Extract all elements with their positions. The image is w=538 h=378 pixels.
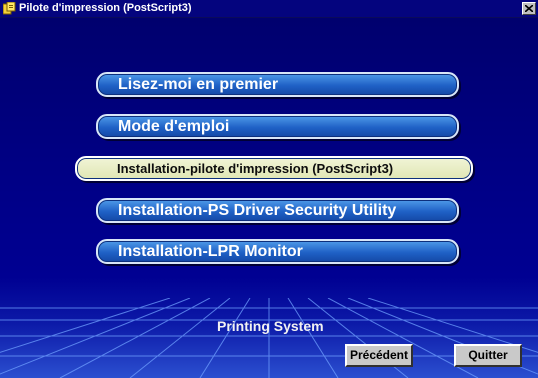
install-lpr-monitor-button-label: Installation-LPR Monitor [118, 243, 303, 260]
close-button[interactable] [522, 2, 536, 15]
user-guide-button[interactable]: Mode d'emploi [96, 114, 459, 139]
main-panel: Lisez-moi en premier Mode d'emploi Insta… [0, 18, 538, 378]
close-icon [525, 5, 533, 12]
install-lpr-monitor-button[interactable]: Installation-LPR Monitor [96, 239, 459, 264]
readme-button-label: Lisez-moi en premier [118, 76, 279, 93]
title-bar: Pilote d'impression (PostScript3) [0, 0, 538, 18]
printing-system-label: Printing System [217, 318, 324, 334]
quit-button[interactable]: Quitter [454, 344, 522, 367]
window-title: Pilote d'impression (PostScript3) [19, 2, 192, 14]
readme-button[interactable]: Lisez-moi en premier [96, 72, 459, 97]
user-guide-button-label: Mode d'emploi [118, 118, 230, 135]
install-security-utility-button[interactable]: Installation-PS Driver Security Utility [96, 198, 459, 223]
install-printer-driver-button-label: Installation-pilote d'impression (PostSc… [117, 161, 394, 176]
back-button[interactable]: Précédent [345, 344, 413, 367]
app-printer-icon [2, 1, 16, 15]
install-printer-driver-button[interactable]: Installation-pilote d'impression (PostSc… [75, 156, 473, 181]
install-security-utility-button-label: Installation-PS Driver Security Utility [118, 202, 397, 219]
